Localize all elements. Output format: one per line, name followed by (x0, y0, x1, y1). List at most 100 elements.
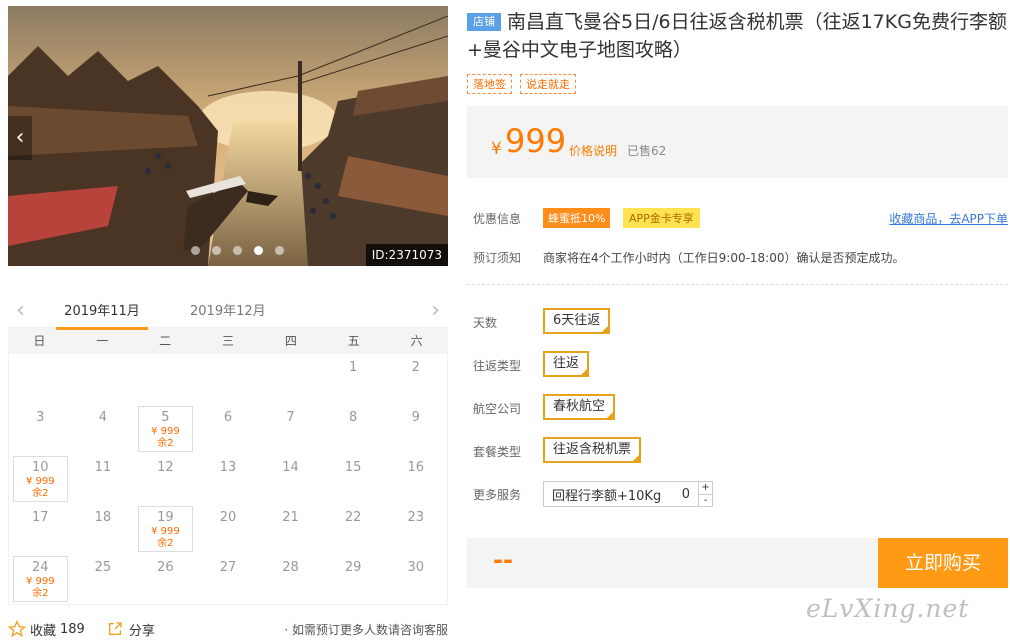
day-number: 6 (223, 410, 233, 425)
day-number: 27 (219, 560, 237, 575)
calendar-day-available[interactable]: 24 ¥ 999 余2 (9, 554, 72, 604)
option-round-trip[interactable]: 往返 (543, 351, 590, 377)
photo-pagination (191, 246, 284, 255)
calendar-day: 30 (384, 554, 447, 604)
decrement-button[interactable]: - (699, 493, 712, 507)
calendar-day-available[interactable]: 5 ¥ 999 余2 (134, 404, 197, 454)
star-icon (8, 620, 26, 638)
photo-dot[interactable] (275, 246, 284, 255)
promo-badge-honey: 蜂蜜抵10% (543, 208, 611, 228)
day-price: ¥ 999 (25, 476, 55, 487)
booking-notice: 商家将在4个工作小时内（工作日9:00-18:00）确认是否预定成功。 (543, 251, 905, 265)
photo-dot[interactable] (233, 246, 242, 255)
day-number: 29 (344, 560, 362, 575)
weekday-header: 日一二三四五六 (8, 328, 448, 354)
stepper-buttons: + - (698, 482, 712, 506)
increment-button[interactable]: + (699, 482, 712, 494)
purchase-bar: -- 立即购买 (467, 538, 1008, 588)
month-tab-nov[interactable]: 2019年11月 (56, 300, 148, 330)
day-number: 7 (286, 410, 295, 425)
promo-badge-gold-card: APP金卡专享 (623, 208, 700, 228)
share-icon (108, 622, 122, 635)
shop-tag: 店铺 (467, 13, 501, 31)
day-remaining: 余2 (32, 588, 49, 599)
day-number: 4 (98, 410, 107, 425)
day-number: 18 (94, 510, 112, 525)
day-number: 10 (32, 460, 49, 475)
price-amount: 999 (505, 122, 567, 160)
share-button[interactable]: 分享 (107, 620, 155, 639)
floating-market-photo (8, 6, 448, 266)
baggage-quantity-stepper: 回程行李额+10Kg 0 + - (543, 481, 713, 507)
calendar-day: 6 (197, 404, 260, 454)
package-type-label: 套餐类型 (473, 445, 522, 459)
day-number: 8 (348, 410, 358, 425)
favorite-app-link[interactable]: 收藏商品，去APP下单 (889, 210, 1008, 227)
day-remaining: 余2 (157, 538, 174, 549)
day-number: 23 (407, 510, 424, 525)
calendar-day-available[interactable]: 10 ¥ 999 余2 (9, 454, 72, 504)
calendar-days: 1 2 3 4 5 ¥ 999 余2 6 7 8 9 10 ¥ 999 余2 11 12 13 14 15 16 17 1… (8, 354, 448, 605)
weekday-label: 二 (159, 334, 172, 348)
calendar-day: 4 (72, 404, 135, 454)
calendar-day: 29 (322, 554, 385, 604)
calendar-day: 28 (259, 554, 322, 604)
section-divider (467, 284, 1008, 285)
share-label: 分享 (128, 623, 155, 639)
day-number: 25 (94, 560, 112, 575)
calendar-prev-month-button[interactable]: ‹ (16, 298, 25, 323)
day-number: 13 (219, 460, 237, 475)
tag-spontaneous: 说走就走 (520, 74, 576, 94)
calendar-day: 2 (384, 354, 447, 404)
watermark-logo: eLvXing.net (806, 594, 970, 623)
airline-label: 航空公司 (473, 402, 522, 416)
day-number: 22 (344, 510, 362, 525)
calendar-day: 1 (322, 354, 385, 404)
day-price: ¥ 999 (151, 526, 180, 537)
day-number: 3 (36, 410, 45, 425)
photo-dot[interactable] (212, 246, 221, 255)
option-package-ticket[interactable]: 往返含税机票 (543, 437, 642, 463)
calendar-day: 12 (134, 454, 197, 504)
baggage-quantity-value[interactable]: 0 (682, 487, 690, 502)
weekday-label: 四 (284, 334, 297, 348)
day-number: 16 (407, 460, 424, 475)
total-price: -- (493, 546, 513, 574)
photo-prev-button[interactable]: ‹ (8, 116, 32, 160)
calendar-day: 18 (72, 504, 135, 554)
month-tab-dec[interactable]: 2019年12月 (190, 300, 266, 319)
favorite-button[interactable]: 收藏 189 (8, 620, 85, 639)
photo-dot-active[interactable] (254, 246, 263, 255)
photo-id-label: ID:2371073 (365, 244, 448, 266)
calendar-day: 26 (134, 554, 197, 604)
option-airline-spring[interactable]: 春秋航空 (543, 394, 616, 420)
currency-symbol: ¥ (491, 139, 502, 159)
day-number: 15 (344, 460, 362, 475)
calendar-empty-cell (9, 354, 72, 404)
day-price: ¥ 999 (151, 426, 180, 437)
buy-now-button[interactable]: 立即购买 (878, 538, 1008, 588)
calendar-header: ‹ 2019年11月 2019年12月 › (8, 296, 448, 330)
calendar-day: 7 (259, 404, 322, 454)
day-number: 21 (282, 510, 299, 525)
more-services-label: 更多服务 (473, 488, 522, 502)
calendar-day: 21 (259, 504, 322, 554)
calendar-day: 27 (197, 554, 260, 604)
baggage-service-label: 回程行李额+10Kg (552, 488, 662, 504)
calendar-day: 17 (9, 504, 72, 554)
day-remaining: 余2 (157, 438, 174, 449)
calendar-footer: 收藏 189 分享 · 如需预订更多人数请咨询客服 (8, 618, 448, 640)
day-number: 2 (411, 360, 420, 375)
calendar-next-month-button[interactable]: › (431, 298, 440, 323)
product-photo[interactable]: ‹ › ID:2371073 (8, 6, 448, 266)
product-info: 店铺 南昌直飞曼谷5日/6日往返含税机票（往返17KG免费行李额+曼谷中文电子地图… (467, 8, 1008, 588)
days-label: 天数 (473, 316, 498, 330)
calendar-day: 14 (259, 454, 322, 504)
sold-count: 已售62 (627, 144, 667, 158)
day-number: 24 (32, 560, 49, 575)
product-tags: 落地签 说走就走 (467, 74, 1008, 94)
price-explanation-link[interactable]: 价格说明 (569, 142, 617, 159)
photo-dot[interactable] (191, 246, 200, 255)
calendar-day-available[interactable]: 19 ¥ 999 余2 (134, 504, 197, 554)
option-days-6[interactable]: 6天往返 (543, 308, 611, 334)
